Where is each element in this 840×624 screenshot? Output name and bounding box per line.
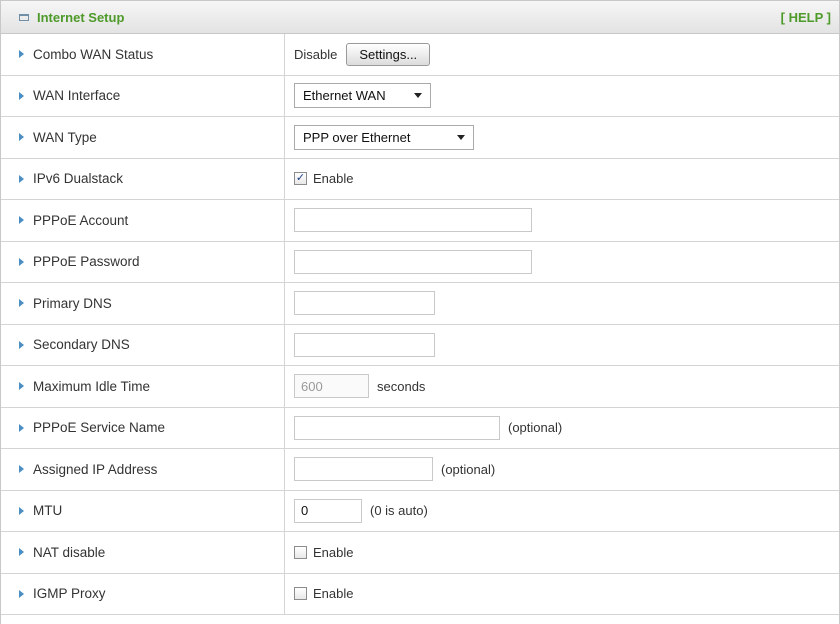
help-link[interactable]: [ HELP ] [781, 10, 831, 25]
row-pppoe-password: PPPoE Password [1, 241, 839, 283]
chevron-down-icon [414, 93, 422, 99]
igmp-proxy-checkbox[interactable] [294, 587, 307, 601]
arrow-icon [19, 465, 24, 474]
field-label: PPPoE Password [33, 254, 140, 270]
field-label: IGMP Proxy [33, 586, 106, 602]
wan-type-select[interactable]: PPP over Ethernet [294, 124, 474, 150]
checkbox-label: Enable [313, 586, 354, 602]
field-label: WAN Type [33, 129, 97, 145]
arrow-icon [19, 133, 24, 142]
idle-time-input[interactable] [294, 374, 369, 399]
arrow-icon [19, 50, 24, 59]
field-label: PPPoE Service Name [33, 420, 166, 436]
window-icon [19, 13, 29, 21]
settings-button[interactable]: Settings... [346, 42, 431, 66]
panel-header: Internet Setup [ HELP ] [1, 1, 839, 34]
row-wan-type: WAN Type PPP over Ethernet [1, 117, 839, 159]
arrow-icon [19, 382, 24, 391]
field-label: WAN Interface [33, 88, 121, 104]
primary-dns-input[interactable] [294, 291, 435, 316]
arrow-icon [19, 174, 24, 183]
secondary-dns-input[interactable] [294, 332, 435, 357]
idle-time-unit: seconds [377, 378, 426, 394]
checkbox-label: Enable [313, 171, 354, 187]
row-primary-dns: Primary DNS [1, 283, 839, 325]
row-maximum-idle-time: Maximum Idle Time seconds [1, 366, 839, 408]
pppoe-account-input[interactable] [294, 208, 532, 233]
arrow-icon [19, 216, 24, 225]
wan-interface-select[interactable]: Ethernet WAN [294, 83, 431, 109]
field-label: Assigned IP Address [33, 461, 158, 477]
assigned-ip-input[interactable] [294, 457, 433, 482]
field-label: IPv6 Dualstack [33, 171, 124, 187]
arrow-icon [19, 91, 24, 100]
row-mtu: MTU (0 is auto) [1, 490, 839, 532]
ipv6-dualstack-checkbox[interactable]: ✓ [294, 172, 307, 186]
row-assigned-ip-address: Assigned IP Address (optional) [1, 449, 839, 491]
row-pppoe-account: PPPoE Account [1, 200, 839, 242]
nat-disable-checkbox[interactable] [294, 545, 307, 559]
arrow-icon [19, 548, 24, 557]
row-nat-disable: NAT disable Enable [1, 532, 839, 574]
row-pppoe-service-name: PPPoE Service Name (optional) [1, 407, 839, 449]
field-label: NAT disable [33, 544, 106, 560]
field-label: Maximum Idle Time [33, 378, 151, 394]
service-name-input[interactable] [294, 415, 500, 440]
arrow-icon [19, 257, 24, 266]
field-label: MTU [33, 503, 63, 519]
field-label: Secondary DNS [33, 337, 130, 353]
checkbox-label: Enable [313, 544, 354, 560]
row-combo-wan-status: Combo WAN Status Disable Settings... [1, 34, 839, 76]
arrow-icon [19, 340, 24, 349]
combo-wan-status-value: Disable [294, 46, 338, 62]
arrow-icon [19, 299, 24, 308]
row-wan-interface: WAN Interface Ethernet WAN [1, 75, 839, 117]
field-label: Combo WAN Status [33, 46, 154, 62]
chevron-down-icon [457, 134, 465, 140]
arrow-icon [19, 506, 24, 515]
mtu-note: (0 is auto) [370, 503, 428, 519]
arrow-icon [19, 589, 24, 598]
arrow-icon [19, 423, 24, 432]
internet-setup-panel: Internet Setup [ HELP ] Combo WAN Status… [0, 0, 840, 624]
field-label: Primary DNS [33, 295, 112, 311]
optional-note: (optional) [508, 420, 563, 436]
row-secondary-dns: Secondary DNS [1, 324, 839, 366]
mtu-input[interactable] [294, 498, 362, 523]
pppoe-password-input[interactable] [294, 249, 532, 274]
row-ipv6-dualstack: IPv6 Dualstack ✓ Enable [1, 158, 839, 200]
row-igmp-proxy: IGMP Proxy Enable [1, 573, 839, 615]
field-label: PPPoE Account [33, 212, 129, 228]
page-title: Internet Setup [37, 9, 125, 25]
optional-note: (optional) [441, 461, 496, 477]
